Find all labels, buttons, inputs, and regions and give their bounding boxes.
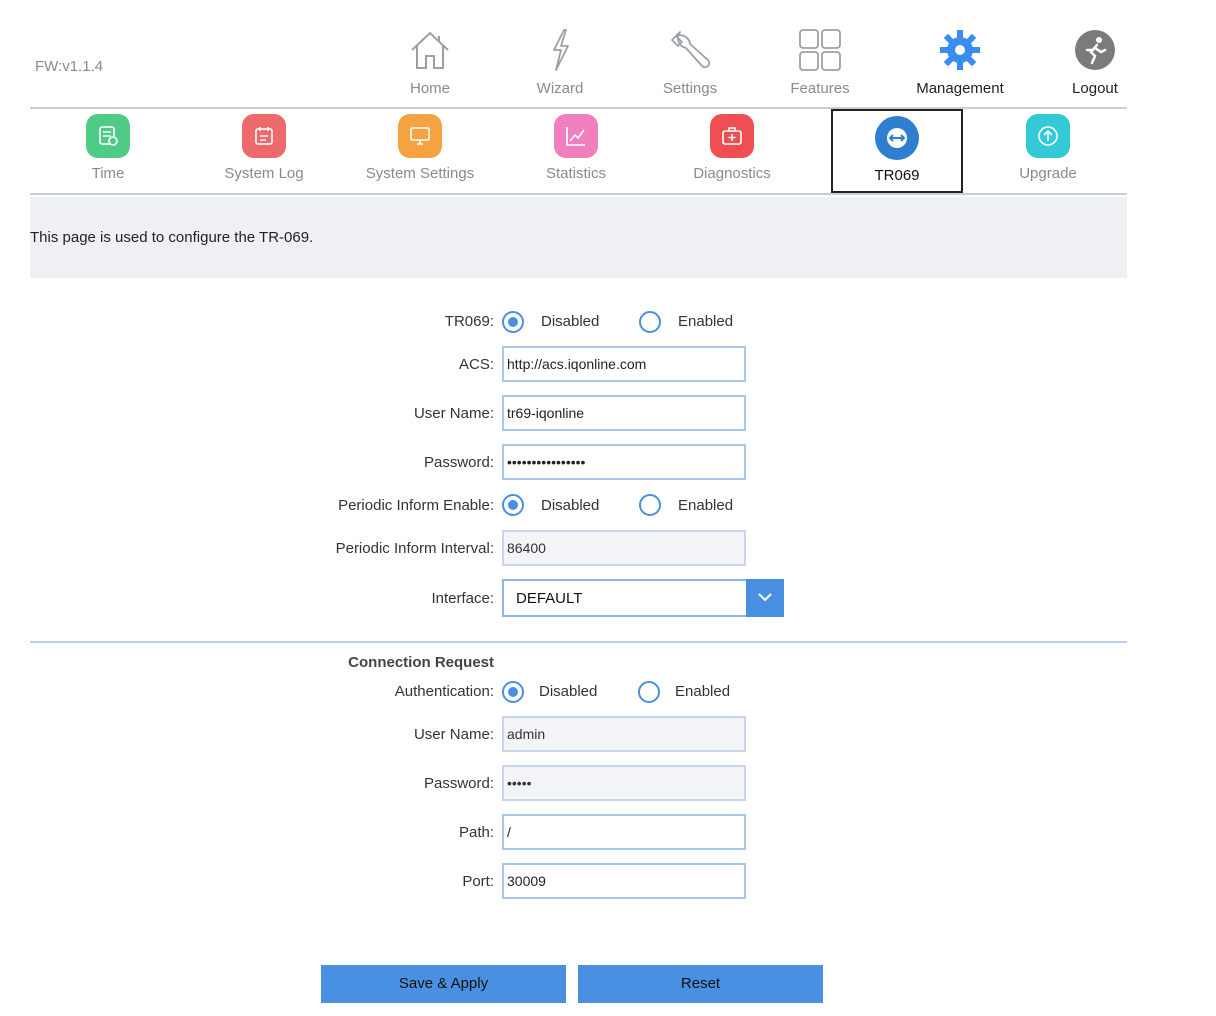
info-bar: This page is used to configure the TR-06…	[30, 197, 1127, 278]
periodic-interval-input[interactable]	[502, 530, 746, 566]
management-subnav: Time System Log System Settings Statisti…	[30, 109, 1127, 193]
periodic-enable-label: Periodic Inform Enable:	[338, 497, 494, 514]
logout-icon	[1075, 30, 1115, 70]
nav-logout-label: Logout	[1072, 80, 1118, 97]
subnav-system-settings-label: System Settings	[365, 165, 475, 182]
subnav-tr069[interactable]: TR069	[831, 109, 963, 193]
nav-home-label: Home	[409, 80, 450, 97]
subnav-divider	[30, 193, 1127, 195]
nav-home[interactable]: Home	[370, 22, 490, 104]
time-icon	[86, 114, 130, 158]
port-label: Port:	[462, 873, 494, 890]
tr069-disabled-label: Disabled	[541, 313, 600, 330]
wizard-icon	[553, 29, 569, 71]
periodic-interval-label: Periodic Inform Interval:	[335, 540, 494, 557]
password-label: Password:	[423, 454, 494, 471]
periodic-disabled-label: Disabled	[541, 497, 600, 514]
tr069-enabled-label: Enabled	[678, 313, 734, 330]
system-log-icon	[242, 114, 286, 158]
cr-username-input[interactable]	[502, 716, 746, 752]
path-input[interactable]	[502, 814, 746, 850]
reset-button[interactable]: Reset	[578, 965, 823, 1003]
acs-label: ACS:	[458, 356, 494, 373]
subnav-system-settings[interactable]: System Settings	[342, 109, 498, 193]
nav-features[interactable]: Features	[760, 22, 880, 104]
subnav-time[interactable]: Time	[30, 109, 186, 193]
subnav-system-log[interactable]: System Log	[186, 109, 342, 193]
subnav-statistics[interactable]: Statistics	[498, 109, 654, 193]
nav-settings[interactable]: Settings	[630, 22, 750, 104]
interface-select-value: DEFAULT	[516, 590, 583, 607]
interface-dropdown-button[interactable]	[746, 579, 784, 617]
subnav-system-log-label: System Log	[224, 165, 304, 182]
chevron-down-icon	[758, 593, 772, 602]
gear-icon	[940, 30, 980, 70]
page-description: This page is used to configure the TR-06…	[30, 229, 314, 246]
top-nav: Home Wizard Settings Features Management…	[370, 22, 1140, 104]
tr069-icon	[875, 116, 919, 160]
auth-enabled-radio[interactable]	[638, 681, 660, 703]
interface-select[interactable]: DEFAULT	[502, 579, 784, 617]
authentication-label: Authentication:	[394, 683, 494, 700]
path-label: Path:	[458, 824, 494, 841]
tr069-disabled-radio[interactable]	[502, 311, 524, 333]
auth-disabled-radio[interactable]	[502, 681, 524, 703]
statistics-icon	[554, 114, 598, 158]
nav-wizard-label: Wizard	[536, 80, 584, 97]
medical-kit-icon	[710, 114, 754, 158]
tr069-enabled-radio[interactable]	[639, 311, 661, 333]
subnav-statistics-label: Statistics	[545, 165, 606, 182]
section-divider	[30, 641, 1127, 643]
nav-logout[interactable]: Logout	[1035, 22, 1155, 104]
firmware-version: FW:v1.1.4	[35, 58, 104, 75]
subnav-diagnostics[interactable]: Diagnostics	[654, 109, 810, 193]
wrench-icon	[671, 31, 711, 69]
cr-username-label: User Name:	[413, 726, 494, 743]
nav-features-label: Features	[790, 80, 850, 97]
save-apply-button[interactable]: Save & Apply	[321, 965, 566, 1003]
nav-settings-label: Settings	[662, 80, 718, 97]
acs-url-input[interactable]	[502, 346, 746, 382]
subnav-upgrade[interactable]: Upgrade	[970, 109, 1126, 193]
home-icon	[411, 31, 449, 69]
periodic-enabled-label: Enabled	[678, 497, 734, 514]
port-input[interactable]	[502, 863, 746, 899]
subnav-upgrade-label: Upgrade	[1019, 165, 1077, 182]
auth-enabled-label: Enabled	[675, 683, 731, 700]
cr-password-label: Password:	[423, 775, 494, 792]
subnav-time-label: Time	[91, 165, 125, 182]
connection-request-title: Connection Request	[348, 654, 494, 671]
cr-password-input[interactable]	[502, 765, 746, 801]
grid-icon	[799, 29, 841, 71]
auth-disabled-label: Disabled	[539, 683, 598, 700]
password-input[interactable]	[502, 444, 746, 480]
periodic-enabled-radio[interactable]	[639, 494, 661, 516]
tr069-label: TR069:	[444, 313, 494, 330]
username-label: User Name:	[413, 405, 494, 422]
periodic-disabled-radio[interactable]	[502, 494, 524, 516]
subnav-diagnostics-label: Diagnostics	[693, 165, 771, 182]
upgrade-icon	[1026, 114, 1070, 158]
interface-label: Interface:	[431, 590, 494, 607]
nav-wizard[interactable]: Wizard	[500, 22, 620, 104]
username-input[interactable]	[502, 395, 746, 431]
nav-management[interactable]: Management	[900, 22, 1020, 104]
monitor-icon	[398, 114, 442, 158]
nav-management-label: Management	[916, 80, 1004, 97]
subnav-tr069-label: TR069	[874, 167, 920, 184]
